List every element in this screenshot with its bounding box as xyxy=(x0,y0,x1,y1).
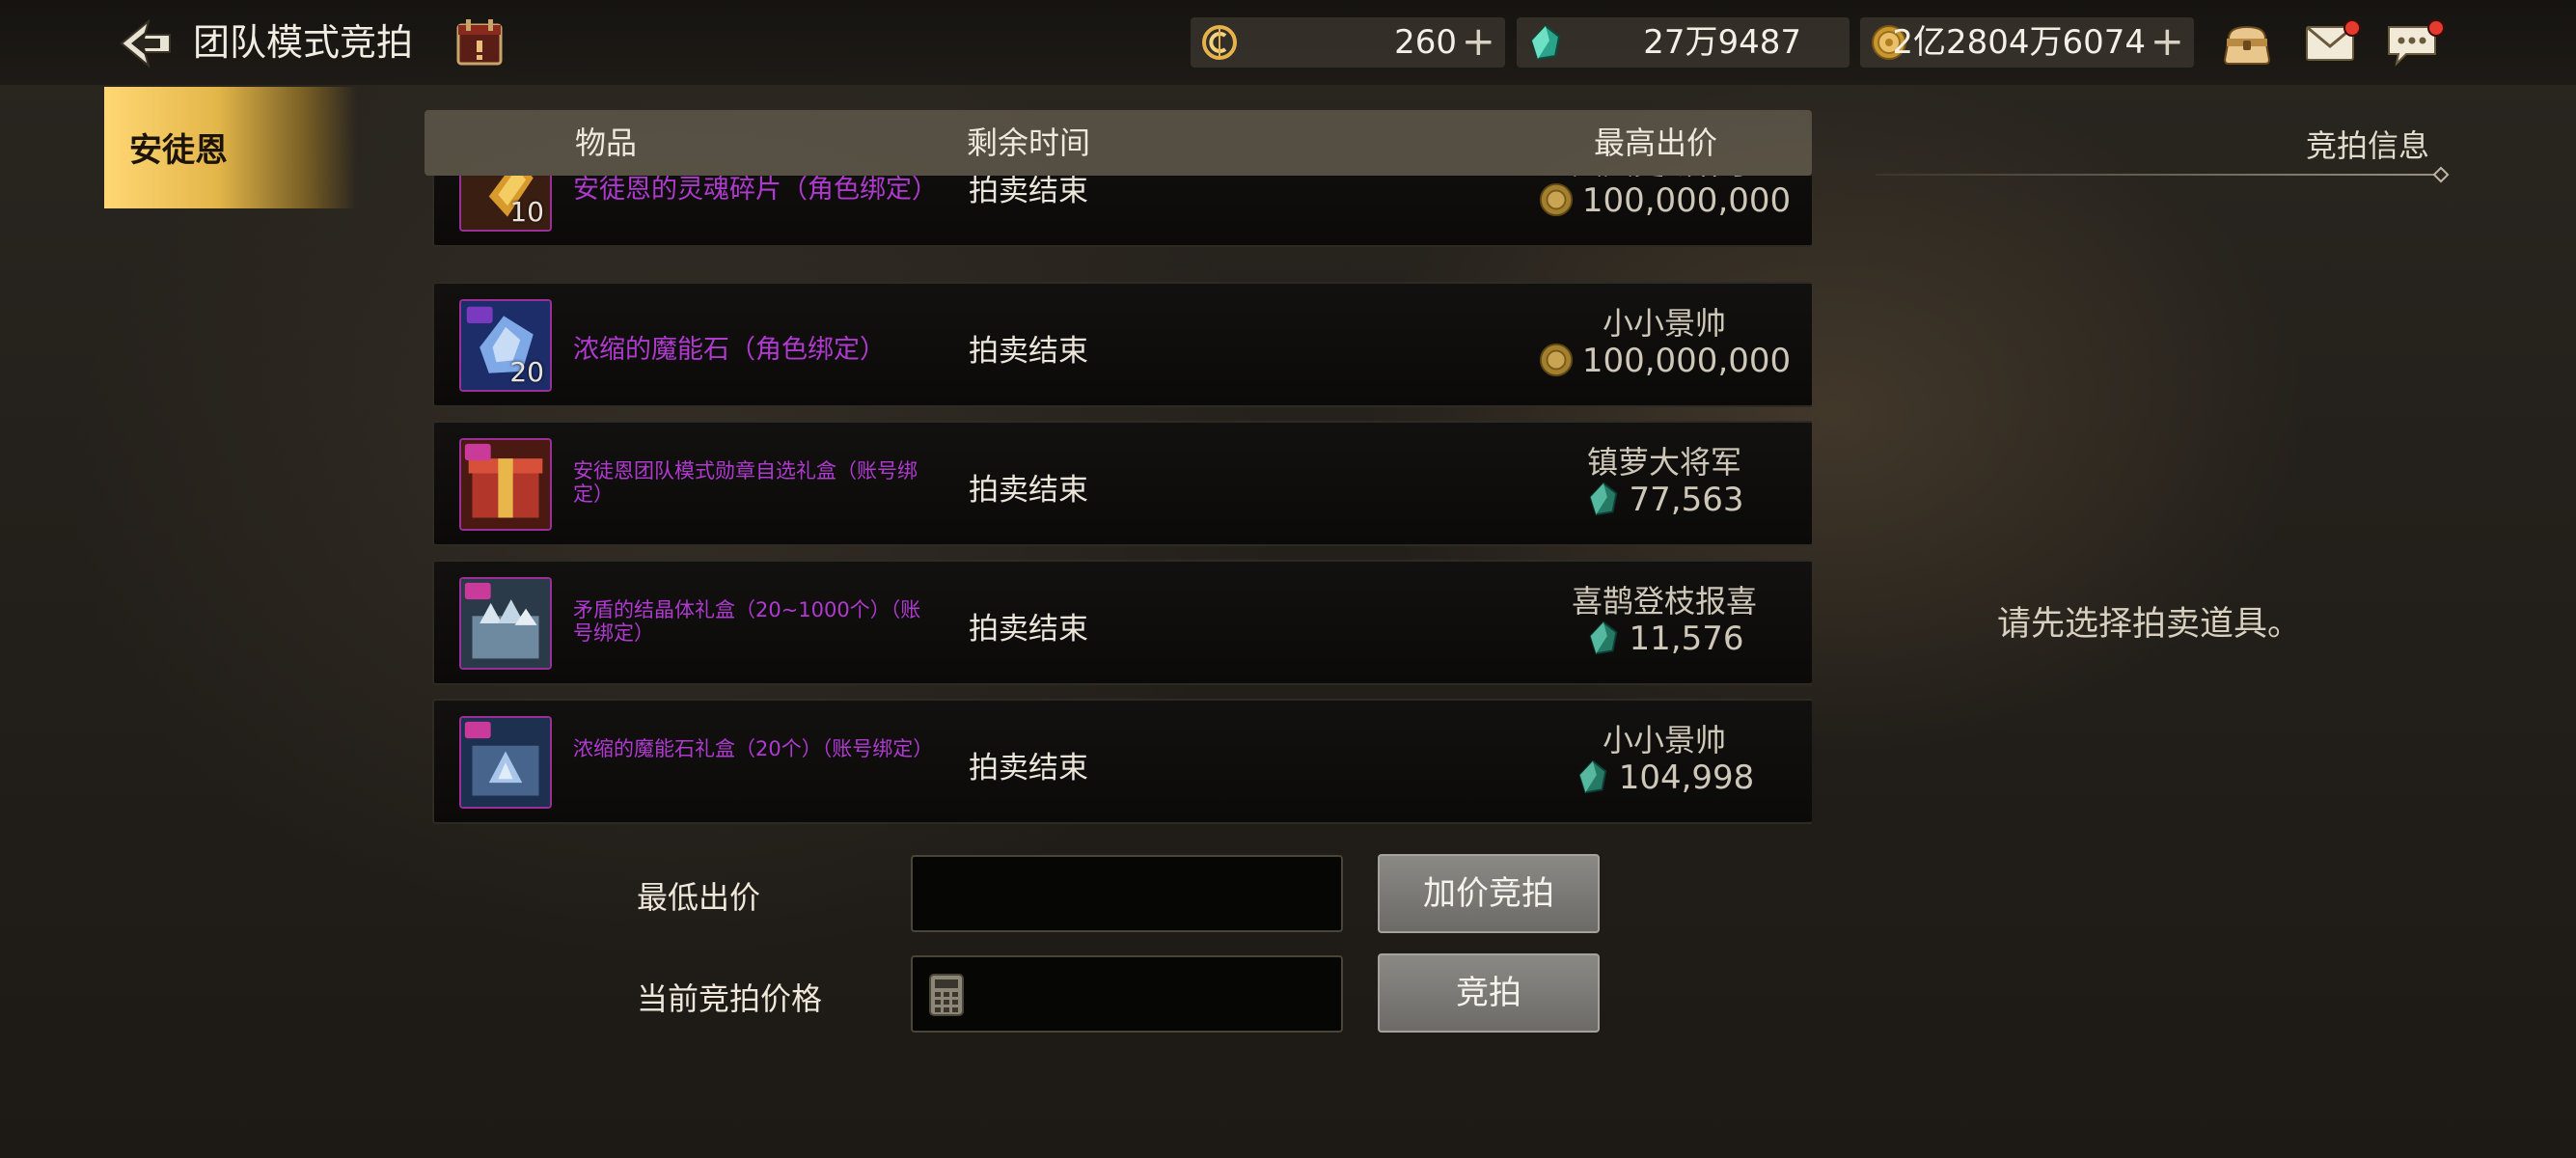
price-value: 100,000,000 xyxy=(1581,342,1792,380)
page-title: 团队模式竞拍 xyxy=(193,21,414,64)
calendar-icon[interactable] xyxy=(455,17,504,68)
column-header-remaining-time: 剩余时间 xyxy=(967,124,1091,161)
credit-amount: 260 xyxy=(1394,23,1457,62)
gold-currency-display: 2亿2804万6074 + xyxy=(1860,17,2194,68)
add-gold-button[interactable]: + xyxy=(2151,17,2184,66)
chat-icon[interactable] xyxy=(2385,17,2445,68)
divider xyxy=(1876,174,2437,176)
auction-row[interactable]: 浓缩的魔能石礼盒（20个）（账号绑定） 拍卖结束 小小景帅 104,998 xyxy=(432,699,1812,824)
highest-bidder: 镇萝大将军 xyxy=(1586,444,1741,481)
tab-character-anton[interactable]: 安徒恩 xyxy=(104,87,357,208)
tab-character-label: 安徒恩 xyxy=(129,131,228,170)
price-value: 100,000,000 xyxy=(1581,181,1792,220)
gold-coin-icon xyxy=(1538,342,1575,378)
select-item-hint: 请先选择拍卖道具。 xyxy=(1997,605,2302,644)
mail-icon[interactable] xyxy=(2303,17,2361,68)
highest-bid-price: 104,998 xyxy=(1495,758,1812,797)
column-header-item: 物品 xyxy=(575,124,638,161)
add-credit-button[interactable]: + xyxy=(1462,17,1495,66)
credit-currency-display: 260 + xyxy=(1191,17,1505,68)
auction-item-list[interactable]: 10 安徒恩的灵魂碎片（角色绑定） 拍卖结束 天天更新补丁 100,000,00… xyxy=(425,176,1812,828)
mail-notification-dot xyxy=(2343,19,2361,37)
price-value: 104,998 xyxy=(1618,758,1755,797)
gem-crystal-icon xyxy=(1575,758,1611,795)
item-name: 浓缩的魔能石（角色绑定） xyxy=(573,335,886,365)
back-arrow-icon[interactable] xyxy=(118,17,174,69)
item-name: 矛盾的结晶体礼盒（20~1000个）（账号绑定） xyxy=(573,598,921,645)
item-quantity: 20 xyxy=(509,356,544,388)
gem-crystal-icon xyxy=(1526,23,1565,62)
item-name: 浓缩的魔能石礼盒（20个）（账号绑定） xyxy=(573,737,934,760)
magic-stone-giftbox-icon xyxy=(459,716,552,809)
list-header: 物品 剩余时间 最高出价 xyxy=(425,110,1812,176)
remaining-time: 拍卖结束 xyxy=(969,612,1088,647)
remaining-time: 拍卖结束 xyxy=(969,751,1088,786)
top-bar: 团队模式竞拍 260 + 27万9487 2亿2804万6074 + xyxy=(0,0,2576,85)
crystal-giftbox-icon xyxy=(459,577,552,670)
magic-stone-icon: 20 xyxy=(459,299,552,392)
highest-bid-price: 100,000,000 xyxy=(1495,181,1812,220)
remaining-time: 拍卖结束 xyxy=(969,473,1088,508)
highest-bidder: 小小景帅 xyxy=(1602,305,1726,342)
min-bid-field[interactable] xyxy=(911,855,1343,932)
min-bid-label: 最低出价 xyxy=(637,879,761,916)
chat-notification-dot xyxy=(2427,19,2445,37)
divider-diamond-icon xyxy=(2432,166,2450,183)
raise-bid-button[interactable]: 加价竞拍 xyxy=(1378,854,1600,933)
item-quantity: 10 xyxy=(509,196,544,228)
price-value: 11,576 xyxy=(1629,620,1744,658)
gem-crystal-icon xyxy=(1585,481,1622,517)
gold-coin-icon xyxy=(1538,181,1575,218)
gem-crystal-icon xyxy=(1585,620,1622,656)
bid-button[interactable]: 竞拍 xyxy=(1378,953,1600,1033)
gold-amount: 2亿2804万6074 xyxy=(1892,23,2146,62)
highest-bidder: 喜鹊登枝报喜 xyxy=(1571,583,1757,620)
current-bid-label: 当前竞拍价格 xyxy=(637,980,823,1017)
highest-bidder: 小小景帅 xyxy=(1602,722,1726,758)
current-bid-field[interactable] xyxy=(911,955,1343,1033)
column-header-highest-bid: 最高出价 xyxy=(1594,124,1718,161)
gem-currency-display: 27万9487 xyxy=(1517,17,1850,68)
remaining-time: 拍卖结束 xyxy=(969,176,1088,208)
highest-bid-price: 77,563 xyxy=(1495,481,1812,519)
medal-giftbox-icon xyxy=(459,438,552,531)
price-value: 77,563 xyxy=(1629,481,1744,519)
auction-row[interactable]: 安徒恩团队模式勋章自选礼盒（账号绑定） 拍卖结束 镇萝大将军 77,563 xyxy=(432,421,1812,546)
highest-bid-price: 100,000,000 xyxy=(1495,342,1812,380)
item-name: 安徒恩团队模式勋章自选礼盒（账号绑定） xyxy=(573,459,918,506)
bag-icon[interactable] xyxy=(2219,17,2275,68)
soul-fragment-icon: 10 xyxy=(459,176,552,232)
item-name: 安徒恩的灵魂碎片（角色绑定） xyxy=(573,176,938,205)
gem-amount: 27万9487 xyxy=(1643,23,1801,62)
auction-row[interactable]: 10 安徒恩的灵魂碎片（角色绑定） 拍卖结束 天天更新补丁 100,000,00… xyxy=(432,176,1812,247)
highest-bid-price: 11,576 xyxy=(1495,620,1812,658)
calculator-icon[interactable] xyxy=(928,973,965,1017)
auction-row[interactable]: 矛盾的结晶体礼盒（20~1000个）（账号绑定） 拍卖结束 喜鹊登枝报喜 11,… xyxy=(432,560,1812,685)
remaining-time: 拍卖结束 xyxy=(969,334,1088,369)
credit-coin-icon xyxy=(1200,23,1239,62)
auction-info-title: 竞拍信息 xyxy=(2306,127,2430,164)
auction-row[interactable]: 20 浓缩的魔能石（角色绑定） 拍卖结束 小小景帅 100,000,000 xyxy=(432,282,1812,407)
